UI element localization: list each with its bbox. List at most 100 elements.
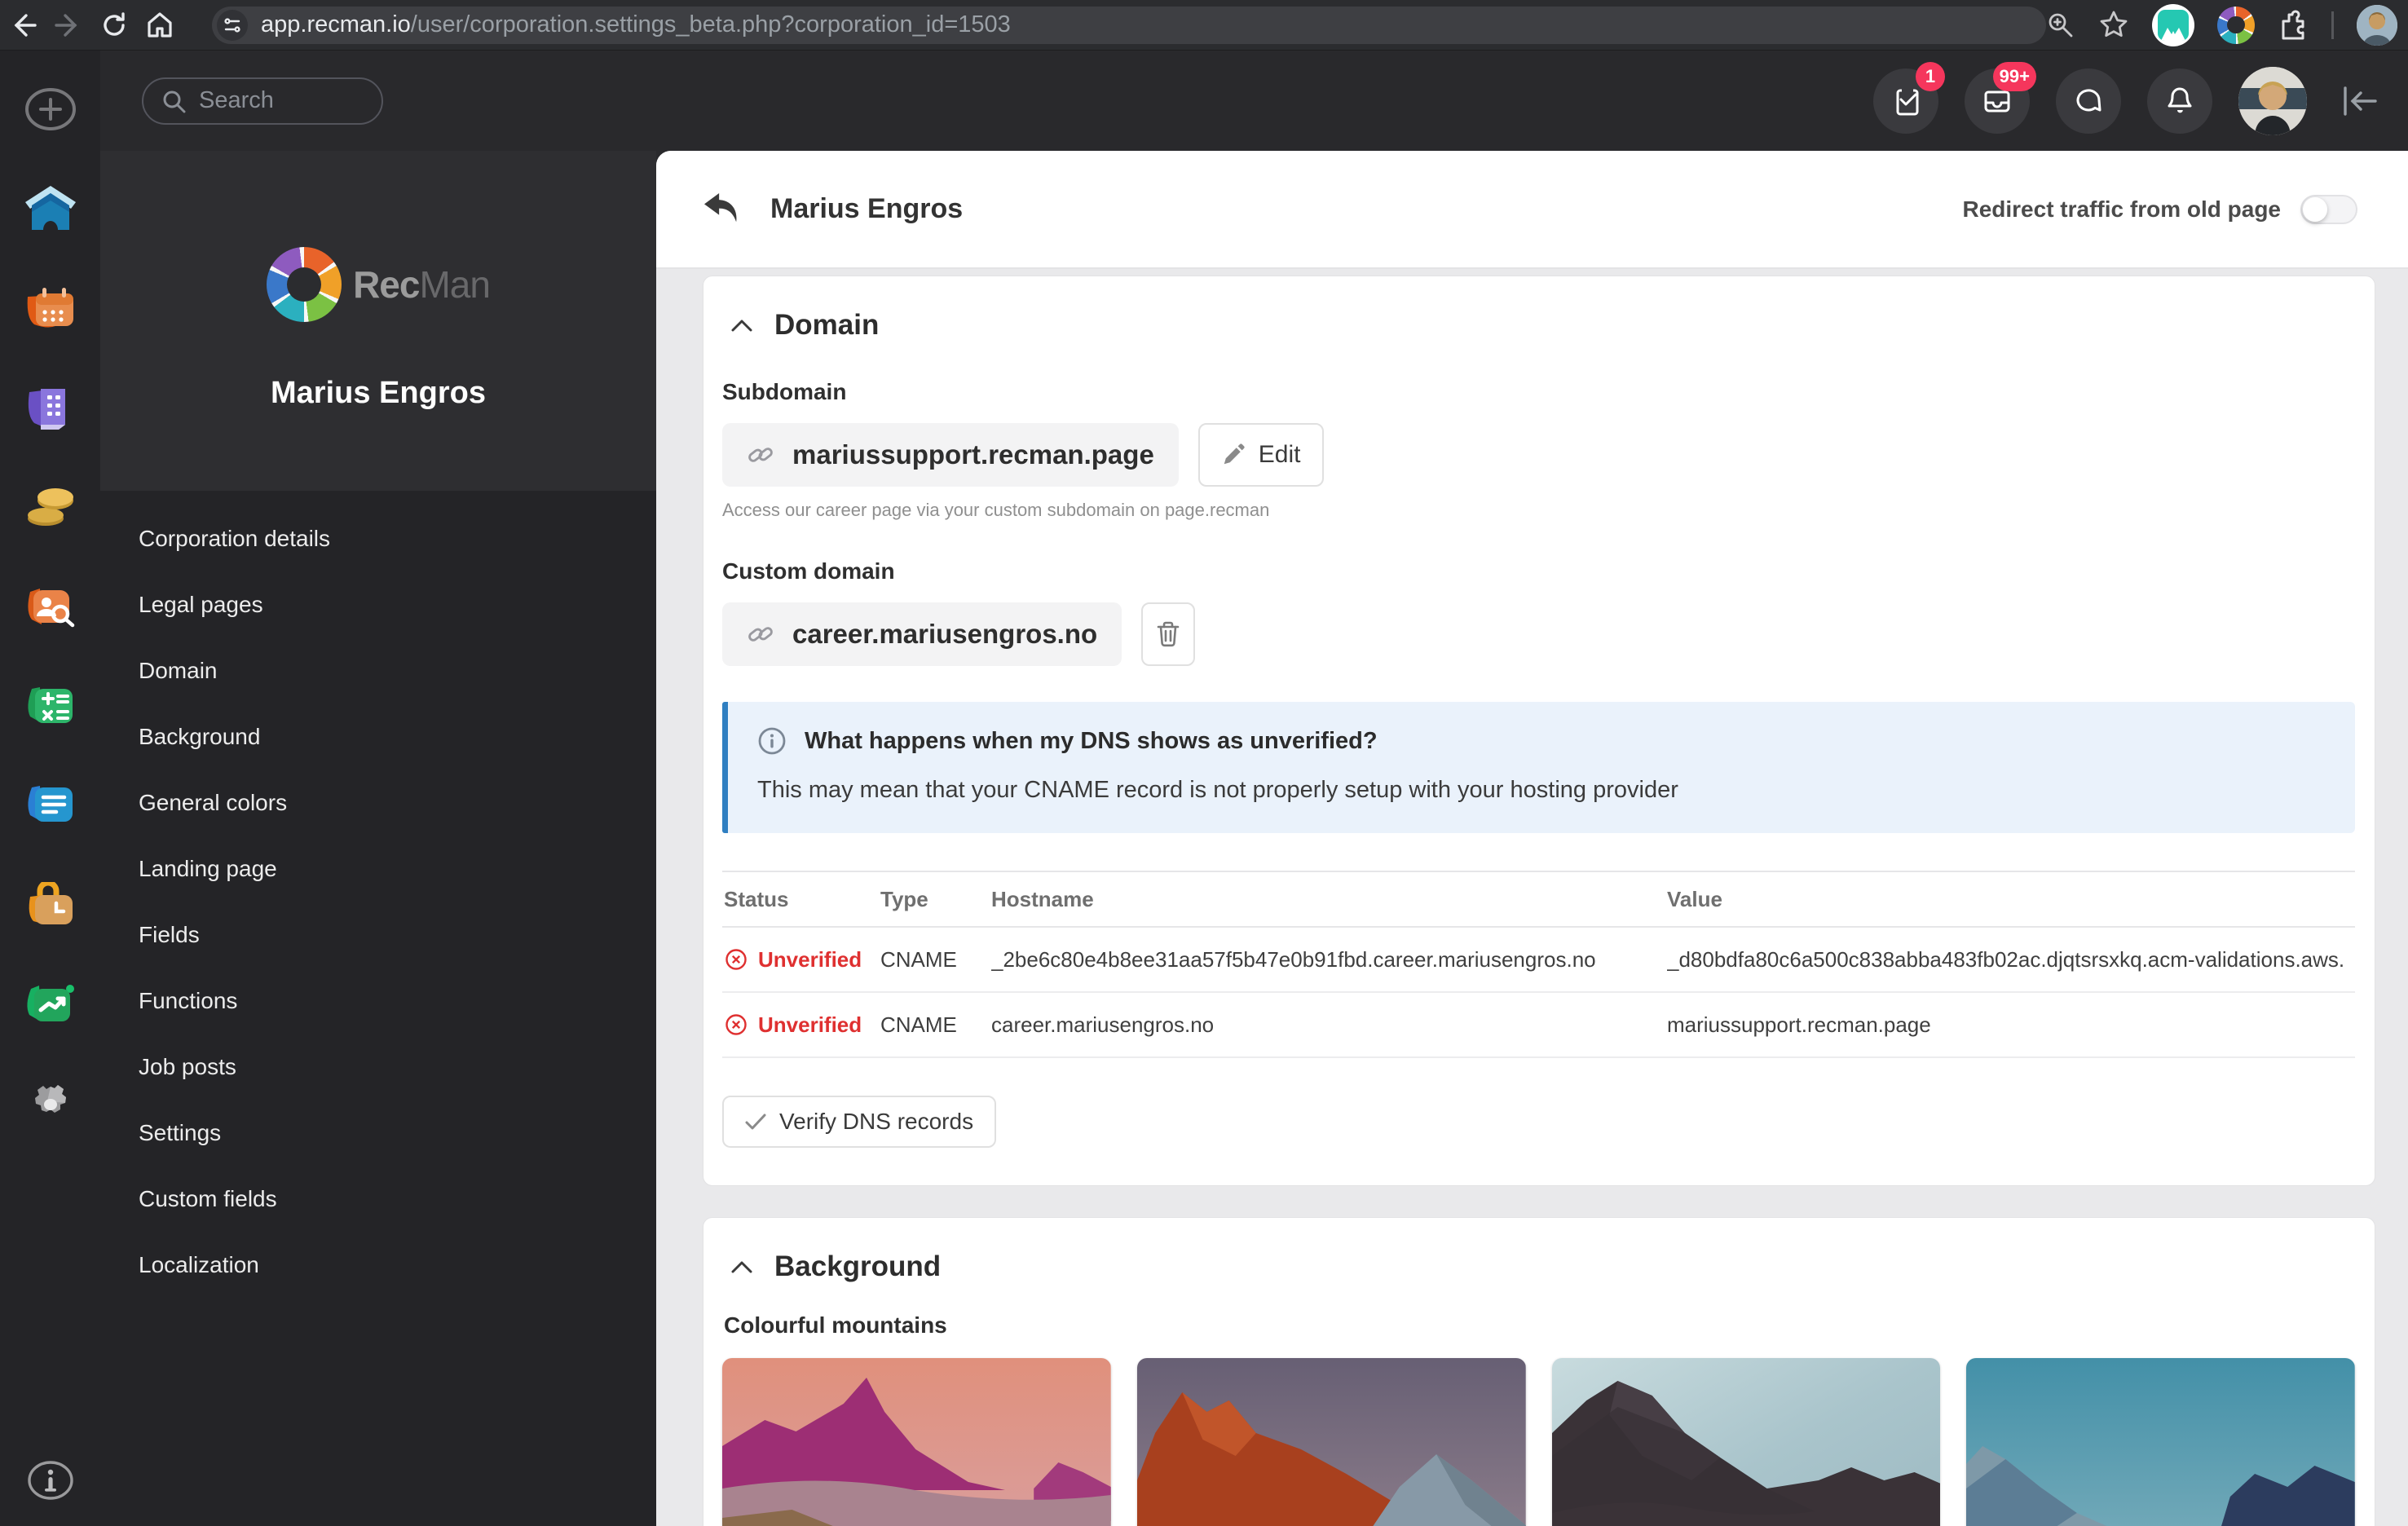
background-option-orange: Orange <box>1137 1358 1526 1526</box>
finance-coins-icon[interactable] <box>16 473 85 541</box>
collapse-panel-icon[interactable] <box>2341 85 2379 117</box>
background-section-title: Background <box>774 1250 941 1283</box>
extensions-puzzle-icon[interactable] <box>2278 10 2309 41</box>
inbox-badge: 99+ <box>1993 62 2036 91</box>
custom-domain-value-pill: career.mariusengros.no <box>722 602 1122 666</box>
documents-icon[interactable] <box>16 771 85 840</box>
status-badge: Unverified <box>724 1012 880 1038</box>
settings-scroll-area[interactable]: Domain Subdomain mariussupport.recman.pa… <box>656 269 2408 1526</box>
home-icon[interactable] <box>16 174 85 243</box>
zoom-icon[interactable] <box>2046 11 2075 40</box>
calendar-icon[interactable] <box>16 274 85 342</box>
chat-button[interactable] <box>2056 68 2121 134</box>
browser-forward-icon[interactable] <box>46 2 91 48</box>
info-circle-icon <box>757 726 787 756</box>
browser-reload-icon[interactable] <box>91 2 137 48</box>
dns-info-title: What happens when my DNS shows as unveri… <box>805 728 1378 755</box>
browser-profile-avatar[interactable] <box>2357 5 2397 46</box>
sidebar-item-corporation-details[interactable]: Corporation details <box>100 505 656 571</box>
pencil-icon <box>1221 443 1246 467</box>
sidebar-item-landing-page[interactable]: Landing page <box>100 836 656 902</box>
main-content: Marius Engros Redirect traffic from old … <box>656 151 2408 1526</box>
back-button[interactable] <box>695 183 748 236</box>
browser-home-icon[interactable] <box>137 2 183 48</box>
sidebar-item-general-colors[interactable]: General colors <box>100 770 656 836</box>
collapse-chevron-icon[interactable] <box>730 1259 753 1274</box>
browser-address-bar[interactable]: app.recman.io/user/corporation.settings_… <box>212 7 2046 44</box>
user-avatar[interactable] <box>2238 67 2307 135</box>
check-icon <box>745 1113 766 1131</box>
screen: app.recman.io/user/corporation.settings_… <box>0 0 2408 1526</box>
unverified-icon <box>724 947 748 972</box>
settings-gear-icon[interactable] <box>16 1070 85 1138</box>
sidebar-item-custom-fields[interactable]: Custom fields <box>100 1166 656 1232</box>
custom-domain-value: career.mariusengros.no <box>792 619 1097 650</box>
time-tracking-icon[interactable] <box>16 871 85 939</box>
candidate-search-icon[interactable] <box>16 572 85 641</box>
dns-records-table: Status Type Hostname Value Unverified <box>722 871 2355 1058</box>
company-icon[interactable] <box>16 373 85 442</box>
sidebar-item-job-posts[interactable]: Job posts <box>100 1034 656 1100</box>
domain-section-title: Domain <box>774 309 879 342</box>
info-icon[interactable] <box>16 1446 85 1515</box>
site-settings-icon[interactable] <box>217 10 248 41</box>
recman-logo-icon <box>267 247 342 322</box>
corporation-name: Marius Engros <box>271 376 486 411</box>
subdomain-value: mariussupport.recman.page <box>792 439 1154 470</box>
analytics-icon[interactable] <box>16 970 85 1039</box>
verify-dns-button[interactable]: Verify DNS records <box>722 1096 996 1148</box>
sidebar-item-functions[interactable]: Functions <box>100 968 656 1034</box>
sidebar-item-fields[interactable]: Fields <box>100 902 656 968</box>
background-thumbnail-dark[interactable] <box>1552 1358 1941 1526</box>
delete-custom-domain-button[interactable] <box>1141 602 1195 666</box>
sidebar-item-legal-pages[interactable]: Legal pages <box>100 571 656 637</box>
dns-info-box: What happens when my DNS shows as unveri… <box>722 702 2355 833</box>
background-thumbnail-blue[interactable] <box>1966 1358 2355 1526</box>
browser-toolbar: app.recman.io/user/corporation.settings_… <box>0 0 2408 51</box>
app-rail <box>0 51 100 1526</box>
tasks-button[interactable]: 1 <box>1873 68 1938 134</box>
background-section: Background Colourful mountains <box>703 1217 2375 1526</box>
tasks-badge: 1 <box>1916 62 1945 91</box>
table-row: Unverified CNAME career.mariusengros.no … <box>722 993 2355 1058</box>
sidebar-item-domain[interactable]: Domain <box>100 637 656 703</box>
background-thumbnail-pink[interactable] <box>722 1358 1111 1526</box>
url-text: app.recman.io/user/corporation.settings_… <box>261 11 1011 38</box>
subdomain-helper-text: Access our career page via your custom s… <box>722 500 2355 521</box>
sidebar-item-settings[interactable]: Settings <box>100 1100 656 1166</box>
search-input[interactable]: Search <box>142 77 383 125</box>
vpn-extension-icon[interactable] <box>2152 4 2194 46</box>
notifications-bell-button[interactable] <box>2147 68 2212 134</box>
browser-back-icon[interactable] <box>0 2 46 48</box>
trash-icon <box>1156 621 1180 647</box>
background-option-dark: Dark <box>1552 1358 1941 1526</box>
link-icon <box>747 441 774 469</box>
table-row: Unverified CNAME _2be6c80e4b8ee31aa57f5b… <box>722 928 2355 993</box>
edit-subdomain-button[interactable]: Edit <box>1198 423 1324 487</box>
unverified-icon <box>724 1012 748 1037</box>
sidebar-item-background[interactable]: Background <box>100 703 656 770</box>
redirect-traffic-toggle[interactable] <box>2300 195 2357 224</box>
recman-logo: RecMan <box>267 247 490 322</box>
recman-extension-icon[interactable] <box>2217 7 2255 44</box>
background-thumbnail-orange[interactable] <box>1137 1358 1526 1526</box>
app-topbar: Search 1 99+ <box>100 51 2408 151</box>
redirect-traffic-label: Redirect traffic from old page <box>1962 196 2281 223</box>
sidebar-item-localization[interactable]: Localization <box>100 1232 656 1298</box>
add-plus-icon[interactable] <box>16 75 85 143</box>
custom-domain-label: Custom domain <box>722 558 2355 584</box>
inbox-button[interactable]: 99+ <box>1965 68 2030 134</box>
toolbar-divider <box>2331 11 2334 39</box>
settings-menu: Corporation details Legal pages Domain B… <box>100 491 656 1526</box>
bookmark-star-icon[interactable] <box>2098 10 2129 41</box>
accounting-icon[interactable] <box>16 672 85 740</box>
background-group-label: Colourful mountains <box>722 1312 2355 1339</box>
background-option-blue: Blue <box>1966 1358 2355 1526</box>
link-icon <box>747 620 774 648</box>
background-option-pink: Pink <box>722 1358 1111 1526</box>
collapse-chevron-icon[interactable] <box>730 318 753 333</box>
page-title: Marius Engros <box>770 193 963 225</box>
dns-info-body: This may mean that your CNAME record is … <box>757 777 2326 804</box>
dns-table-header: Status Type Hostname Value <box>722 871 2355 928</box>
page-header: Marius Engros Redirect traffic from old … <box>656 151 2408 269</box>
